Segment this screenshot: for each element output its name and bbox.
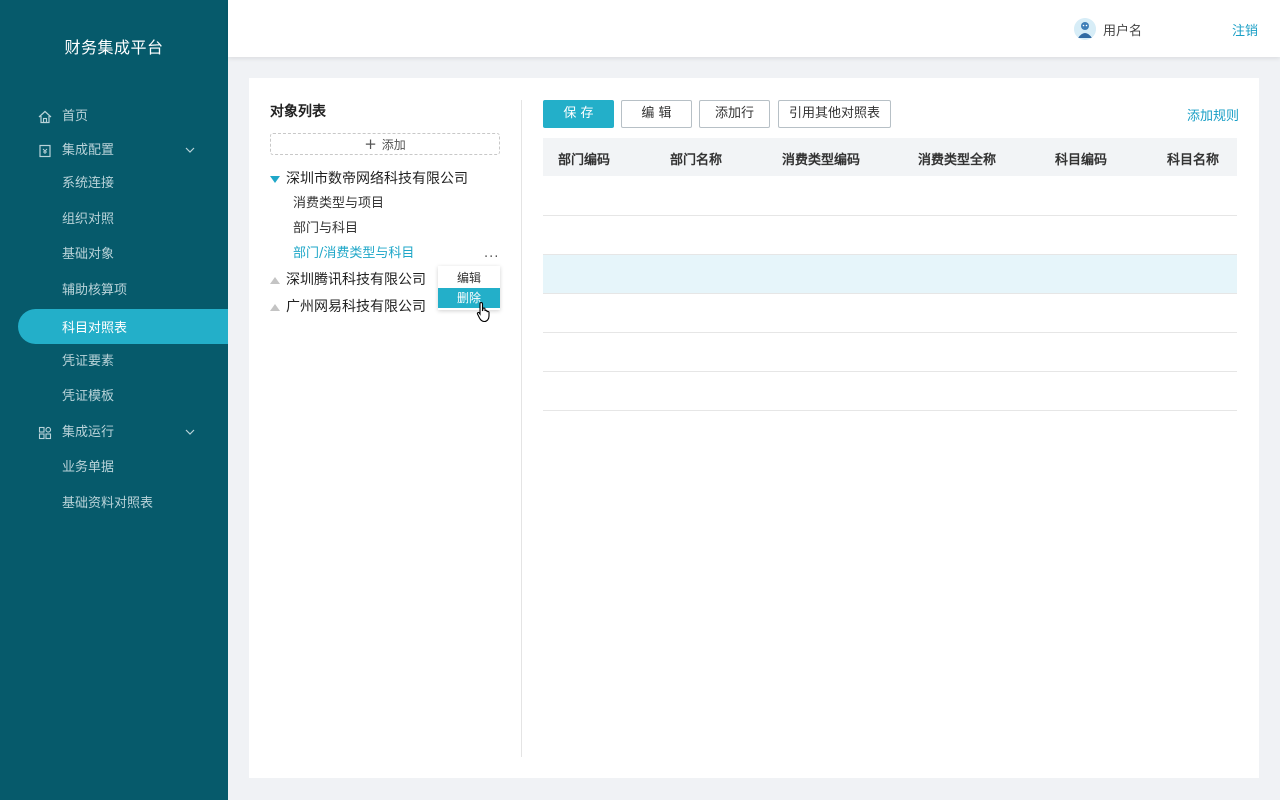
column-header: 部门名称: [670, 153, 723, 168]
table-row[interactable]: [543, 294, 1237, 333]
table-row[interactable]: [543, 333, 1237, 372]
top-bar: 用户名 注销: [228, 0, 1280, 57]
sidebar-item-voucher-template[interactable]: 凭证模板: [62, 387, 114, 407]
tree-node-label: 深圳市数帝网络科技有限公司: [286, 171, 468, 187]
sidebar-item-system-connection[interactable]: 系统连接: [62, 174, 114, 194]
add-object-label: 添加: [381, 138, 406, 152]
hand-cursor-icon: [476, 301, 490, 323]
caret-down-icon: [270, 176, 280, 183]
caret-up-icon: [270, 277, 280, 284]
table-row[interactable]: [543, 216, 1237, 255]
sidebar-item-base-objects[interactable]: 基础对象: [62, 245, 114, 265]
sidebar: 财务集成平台 首页 集成配置 系统连接 组织对照 基础对象 辅助核算项 科目对照…: [0, 0, 228, 800]
panel-divider: [521, 100, 522, 757]
table-row[interactable]: [543, 177, 1237, 216]
reference-other-table-button[interactable]: 引用其他对照表: [778, 100, 891, 128]
column-header: 科目编码: [1055, 153, 1108, 168]
avatar[interactable]: [1074, 18, 1096, 40]
username[interactable]: 用户名: [1103, 20, 1142, 39]
tree-child-item[interactable]: 消费类型与项目: [293, 194, 384, 214]
add-rule-link[interactable]: 添加规则: [1187, 105, 1239, 124]
add-object-button[interactable]: + 添加: [270, 133, 500, 155]
sidebar-item-base-data-mapping[interactable]: 基础资料对照表: [62, 494, 153, 514]
home-icon: [38, 110, 52, 124]
document-icon: [39, 144, 51, 158]
add-row-button[interactable]: 添加行: [699, 100, 770, 128]
apps-icon: [38, 426, 52, 440]
edit-button[interactable]: 编 辑: [621, 100, 692, 128]
table-row-selected[interactable]: [543, 255, 1237, 294]
sidebar-item-aux-accounting[interactable]: 辅助核算项: [62, 281, 127, 301]
user-avatar-icon: [1074, 18, 1096, 40]
sidebar-item-business-docs[interactable]: 业务单据: [62, 458, 114, 478]
sidebar-item-label: 科目对照表: [62, 321, 128, 336]
column-header: 科目名称: [1167, 153, 1220, 168]
brand-title: 财务集成平台: [64, 38, 164, 57]
sidebar-item-org-mapping[interactable]: 组织对照: [62, 210, 114, 230]
tree-child-item-selected[interactable]: 部门/消费类型与科目: [293, 244, 414, 264]
sidebar-item-subject-mapping[interactable]: 科目对照表: [18, 309, 228, 344]
sidebar-item-voucher-elements[interactable]: 凭证要素: [62, 352, 114, 372]
save-button[interactable]: 保 存: [543, 100, 614, 128]
tree-node-label: 深圳腾讯科技有限公司: [286, 272, 426, 288]
more-options-icon[interactable]: ...: [484, 246, 499, 261]
tree-node-label: 广州网易科技有限公司: [286, 299, 426, 315]
context-menu-edit[interactable]: 编辑: [438, 268, 500, 288]
caret-up-icon: [270, 304, 280, 311]
table-header: 部门编码 部门名称 消费类型编码 消费类型全称 科目编码 科目名称: [543, 138, 1237, 176]
nav-item-label: 集成运行: [62, 425, 115, 440]
column-header: 部门编码: [558, 153, 611, 168]
table-row[interactable]: [543, 372, 1237, 411]
tree-child-item[interactable]: 部门与科目: [293, 219, 358, 239]
column-header: 消费类型全称: [918, 153, 997, 168]
logout-link[interactable]: 注销: [1232, 20, 1258, 39]
plus-icon: +: [364, 135, 377, 153]
column-header: 消费类型编码: [782, 153, 861, 168]
main-card: 对象列表 + 添加 深圳市数帝网络科技有限公司 消费类型与项目 部门与科目 部门/…: [249, 78, 1259, 778]
chevron-down-icon: [185, 429, 195, 435]
nav-item-label: 集成配置: [62, 143, 115, 158]
chevron-down-icon: [185, 147, 195, 153]
nav-item-label: 首页: [62, 109, 89, 124]
object-list-title: 对象列表: [270, 104, 326, 120]
